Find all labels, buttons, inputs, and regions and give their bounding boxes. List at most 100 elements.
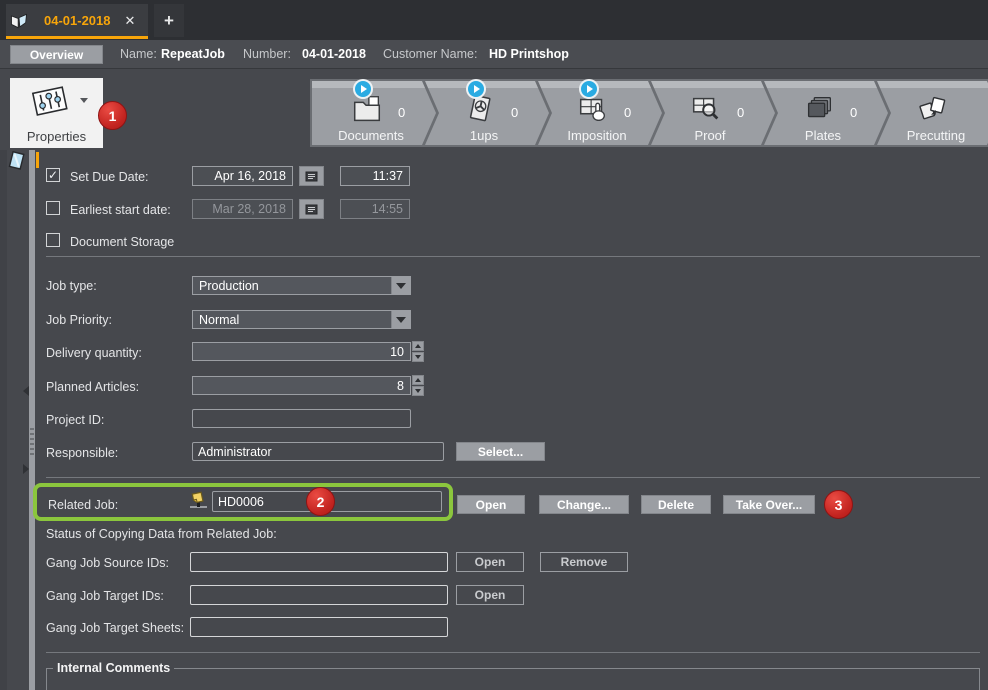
play-status-icon bbox=[355, 81, 371, 97]
stepper-down-button[interactable] bbox=[412, 352, 424, 362]
proof-magnifier-icon bbox=[689, 92, 723, 126]
1ups-count: 0 bbox=[511, 105, 518, 120]
planned-articles-field[interactable] bbox=[192, 376, 411, 395]
active-tab-underline bbox=[6, 36, 148, 39]
annotation-badge-3: 3 bbox=[824, 490, 853, 519]
proof-count: 0 bbox=[737, 105, 744, 120]
earliest-start-date-field[interactable] bbox=[192, 199, 293, 219]
play-status-icon bbox=[468, 81, 484, 97]
related-job-change-button[interactable]: Change... bbox=[539, 495, 629, 514]
planned-articles-label: Planned Articles: bbox=[46, 380, 139, 394]
panel-splitter[interactable] bbox=[29, 150, 35, 690]
job-header: Overview Name: RepeatJob Number: 04-01-2… bbox=[0, 40, 988, 69]
dropdown-arrow-button[interactable] bbox=[391, 311, 410, 328]
tab-job-label: 04-01-2018 bbox=[44, 13, 111, 28]
responsible-label: Responsible: bbox=[46, 446, 118, 460]
precutting-label: Precutting bbox=[875, 128, 988, 143]
name-label: Name: bbox=[120, 40, 157, 68]
delivery-quantity-label: Delivery quantity: bbox=[46, 346, 142, 360]
set-due-date-label: Set Due Date: bbox=[70, 170, 149, 184]
checkmark-icon: ✓ bbox=[48, 169, 58, 181]
properties-label: Properties bbox=[10, 129, 103, 144]
delivery-quantity-field[interactable] bbox=[192, 342, 411, 361]
gang-source-field[interactable] bbox=[190, 552, 448, 572]
project-id-field[interactable] bbox=[192, 409, 411, 428]
earliest-start-time-field[interactable] bbox=[340, 199, 410, 219]
related-job-label: Related Job: bbox=[48, 498, 118, 512]
earliest-start-checkbox[interactable] bbox=[46, 201, 60, 215]
workflow-step-bar: 0 Documents 0 1ups 0 Imposition bbox=[310, 79, 988, 147]
document-storage-checkbox[interactable] bbox=[46, 233, 60, 247]
related-job-delete-button[interactable]: Delete bbox=[641, 495, 711, 514]
chevron-up-icon bbox=[415, 344, 421, 348]
collapse-left-icon[interactable] bbox=[23, 386, 29, 396]
splitter-drag-handle[interactable] bbox=[30, 428, 34, 458]
workflow-step-plates[interactable]: 0 Plates bbox=[762, 79, 890, 147]
stepper-up-button[interactable] bbox=[412, 375, 424, 385]
take-over-button[interactable]: Take Over... bbox=[723, 495, 815, 514]
copy-status-label: Status of Copying Data from Related Job: bbox=[46, 527, 277, 541]
workflow-step-imposition[interactable]: 0 Imposition bbox=[536, 79, 664, 147]
properties-button[interactable]: Properties bbox=[10, 78, 103, 148]
chevron-up-icon bbox=[415, 378, 421, 382]
workflow-step-precutting[interactable]: Precutting bbox=[875, 79, 988, 147]
documents-folder-icon bbox=[350, 92, 384, 126]
number-value: 04-01-2018 bbox=[302, 40, 366, 68]
play-status-icon bbox=[581, 81, 597, 97]
splitter-accent bbox=[36, 152, 39, 168]
gang-source-label: Gang Job Source IDs: bbox=[46, 556, 169, 570]
plates-count: 0 bbox=[850, 105, 857, 120]
select-button[interactable]: Select... bbox=[456, 442, 545, 461]
gang-sheets-label: Gang Job Target Sheets: bbox=[46, 621, 184, 635]
job-priority-value: Normal bbox=[193, 313, 391, 327]
job-priority-label: Job Priority: bbox=[46, 313, 112, 327]
planned-articles-stepper bbox=[412, 375, 424, 396]
separator bbox=[46, 477, 980, 478]
internal-comments-group: Internal Comments bbox=[46, 661, 980, 690]
earliest-start-calendar-button[interactable] bbox=[299, 199, 324, 219]
new-tab-button[interactable]: + bbox=[154, 4, 184, 37]
documents-label: Documents bbox=[310, 128, 432, 143]
workflow-step-proof[interactable]: 0 Proof bbox=[649, 79, 777, 147]
dropdown-arrow-button[interactable] bbox=[391, 277, 410, 294]
calendar-icon bbox=[305, 204, 318, 215]
stepper-up-button[interactable] bbox=[412, 341, 424, 351]
due-date-field[interactable] bbox=[192, 166, 293, 186]
job-priority-dropdown[interactable]: Normal bbox=[192, 310, 411, 329]
stepper-down-button[interactable] bbox=[412, 386, 424, 396]
job-type-label: Job type: bbox=[46, 279, 97, 293]
separator bbox=[46, 652, 980, 653]
workflow-step-1ups[interactable]: 0 1ups bbox=[423, 79, 551, 147]
imposition-label: Imposition bbox=[536, 128, 658, 143]
delivery-quantity-stepper bbox=[412, 341, 424, 362]
plates-label: Plates bbox=[762, 128, 884, 143]
workflow-step-documents[interactable]: 0 Documents bbox=[310, 79, 438, 147]
due-date-calendar-button[interactable] bbox=[299, 166, 324, 186]
chevron-down-icon bbox=[415, 355, 421, 359]
chevron-down-icon bbox=[396, 317, 406, 323]
gang-target-field[interactable] bbox=[190, 585, 448, 605]
documents-count: 0 bbox=[398, 105, 405, 120]
gang-source-remove-button[interactable]: Remove bbox=[540, 552, 628, 572]
oneups-page-icon bbox=[463, 92, 497, 126]
chevron-down-icon bbox=[80, 98, 88, 103]
customer-name-value: HD Printshop bbox=[489, 40, 569, 68]
separator bbox=[46, 256, 980, 257]
internal-comments-label: Internal Comments bbox=[53, 661, 174, 675]
gang-source-open-button[interactable]: Open bbox=[456, 552, 524, 572]
responsible-field[interactable] bbox=[192, 442, 444, 461]
proof-label: Proof bbox=[649, 128, 771, 143]
due-time-field[interactable] bbox=[340, 166, 410, 186]
sidebar-plate-icon[interactable] bbox=[8, 151, 26, 172]
job-type-dropdown[interactable]: Production bbox=[192, 276, 411, 295]
collapse-right-icon[interactable] bbox=[23, 464, 29, 474]
tab-close-icon[interactable]: ✕ bbox=[125, 13, 136, 29]
set-due-date-checkbox[interactable]: ✓ bbox=[46, 168, 60, 182]
app-logo-tile[interactable] bbox=[6, 4, 32, 37]
gang-sheets-field[interactable] bbox=[190, 617, 448, 637]
gang-target-open-button[interactable]: Open bbox=[456, 585, 524, 605]
overview-button[interactable]: Overview bbox=[10, 45, 103, 64]
related-job-open-button[interactable]: Open bbox=[457, 495, 525, 514]
tab-job[interactable]: 04-01-2018 ✕ bbox=[32, 4, 148, 37]
tab-bar: 04-01-2018 ✕ + bbox=[0, 0, 988, 40]
